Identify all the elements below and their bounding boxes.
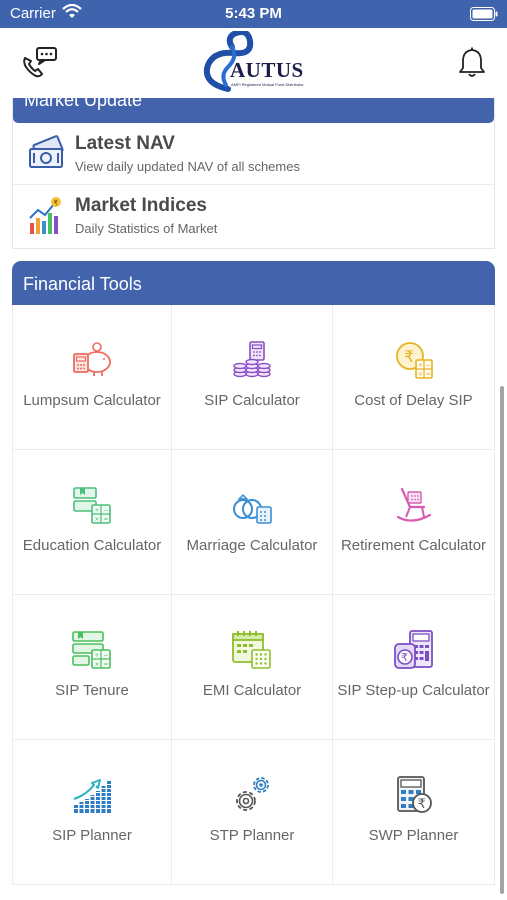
svg-text:₹: ₹ — [401, 651, 408, 664]
bell-icon[interactable] — [456, 46, 488, 80]
svg-text:+: + — [418, 362, 423, 369]
tool-label: Education Calculator — [22, 537, 162, 554]
svg-text:=: = — [104, 661, 109, 668]
svg-text:−: − — [104, 652, 109, 659]
svg-text:₹: ₹ — [54, 199, 59, 207]
status-bar: Carrier 5:43 PM — [0, 0, 507, 28]
growth-chart-icon — [70, 773, 114, 817]
tool-label: SIP Tenure — [55, 682, 129, 699]
tool-label: STP Planner — [209, 827, 295, 844]
svg-text:₹: ₹ — [404, 347, 414, 366]
tool-label: SIP Step-up Calculator — [337, 682, 490, 699]
svg-text:=: = — [104, 516, 109, 523]
logo-text: AUTUS — [230, 58, 304, 82]
financial-tools-section: Financial Tools Lumpsum Calculator SIP C… — [12, 261, 495, 891]
tool-sip-tenure[interactable]: + − × = SIP Tenure — [12, 595, 172, 740]
battery-icon — [470, 7, 498, 26]
financial-tools-header: Financial Tools — [12, 261, 495, 305]
scrollbar[interactable] — [500, 386, 504, 894]
svg-text:−: − — [426, 362, 431, 369]
calc-rupee-icon: ₹ — [392, 773, 436, 817]
svg-text:+: + — [95, 652, 100, 659]
tool-retirement-calculator[interactable]: Retirement Calculator — [333, 450, 495, 595]
gears-icon — [230, 773, 274, 817]
tool-label: Marriage Calculator — [186, 537, 318, 554]
market-update-title: Market Update — [24, 98, 143, 110]
tool-swp-planner[interactable]: ₹ SWP Planner — [333, 740, 495, 885]
tool-label: Lumpsum Calculator — [23, 392, 161, 409]
market-indices-row[interactable]: ₹ Market Indices Daily Statistics of Mar… — [13, 185, 494, 247]
svg-text:×: × — [95, 661, 100, 668]
tool-label: SWP Planner — [368, 827, 459, 844]
latest-nav-subtitle: View daily updated NAV of all schemes — [75, 159, 300, 174]
tenure-icon: + − × = — [70, 628, 114, 672]
tool-marriage-calculator[interactable]: Marriage Calculator — [172, 450, 333, 595]
tool-sip-planner[interactable]: SIP Planner — [12, 740, 172, 885]
piggy-bank-icon — [70, 338, 114, 382]
bar-chart-icon: ₹ — [26, 196, 66, 236]
financial-tools-title: Financial Tools — [23, 274, 142, 294]
education-icon: + − × = — [70, 483, 114, 527]
rings-icon — [230, 483, 274, 527]
rocking-chair-icon — [392, 483, 436, 527]
svg-text:×: × — [418, 371, 423, 378]
tool-lumpsum-calculator[interactable]: Lumpsum Calculator — [12, 305, 172, 450]
tools-grid: Lumpsum Calculator SIP Calculator ₹ + − … — [12, 305, 495, 885]
rupee-clock-icon: ₹ + − × = — [392, 338, 436, 382]
svg-text:=: = — [426, 371, 431, 378]
coins-icon — [230, 338, 274, 382]
tool-stp-planner[interactable]: STP Planner — [172, 740, 333, 885]
latest-nav-row[interactable]: Latest NAV View daily updated NAV of all… — [13, 123, 494, 185]
tool-education-calculator[interactable]: + − × = Education Calculator — [12, 450, 172, 595]
market-indices-title: Market Indices — [75, 195, 207, 216]
logo-tagline: AMFI Registered Mutual Fund Distributor — [231, 82, 304, 87]
market-update-header: Market Update — [13, 98, 494, 123]
tool-sip-calculator[interactable]: SIP Calculator — [172, 305, 333, 450]
tool-label: Retirement Calculator — [340, 537, 487, 554]
status-time: 5:43 PM — [225, 5, 282, 22]
phone-chat-icon[interactable] — [20, 44, 60, 80]
market-update-section: Market Update Latest NAV View daily upda… — [12, 98, 495, 249]
market-indices-subtitle: Daily Statistics of Market — [75, 221, 218, 236]
svg-text:−: − — [104, 507, 109, 514]
money-icon — [26, 134, 66, 174]
svg-text:×: × — [95, 516, 100, 523]
tool-label: Cost of Delay SIP — [354, 392, 473, 409]
svg-text:₹: ₹ — [417, 797, 425, 812]
wallet-calc-icon: ₹ — [392, 628, 436, 672]
calendar-calc-icon — [230, 628, 274, 672]
app-header: AUTUS AMFI Registered Mutual Fund Distri… — [0, 28, 507, 98]
tool-label: SIP Calculator — [204, 392, 300, 409]
tool-label: EMI Calculator — [202, 682, 302, 699]
tool-sip-step-up-calculator[interactable]: ₹ SIP Step-up Calculator — [333, 595, 495, 740]
autus-logo: AUTUS AMFI Registered Mutual Fund Distri… — [198, 31, 310, 93]
tool-cost-of-delay-sip[interactable]: ₹ + − × = Cost of Delay SIP — [333, 305, 495, 450]
tool-label: SIP Planner — [52, 827, 132, 844]
latest-nav-title: Latest NAV — [75, 133, 175, 154]
svg-text:+: + — [95, 507, 100, 514]
tool-emi-calculator[interactable]: EMI Calculator — [172, 595, 333, 740]
